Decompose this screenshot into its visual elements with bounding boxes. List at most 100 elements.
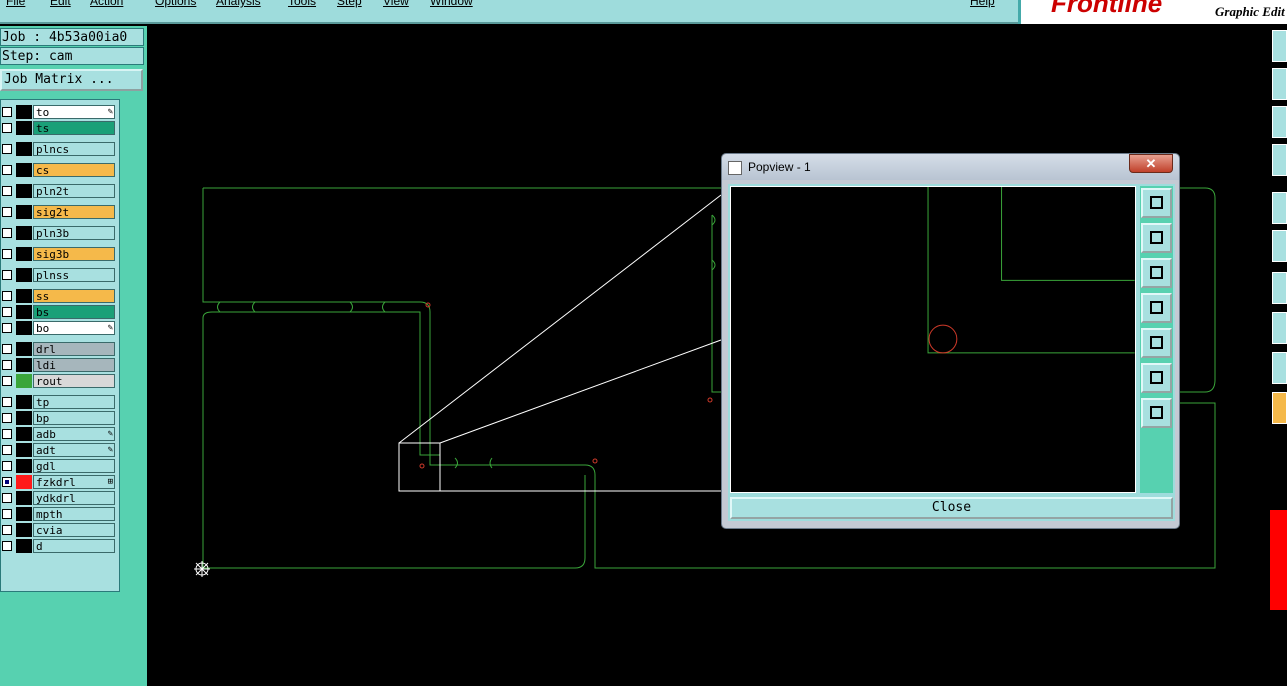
layer-color-swatch[interactable] <box>16 205 32 219</box>
layer-color-swatch[interactable] <box>16 358 32 372</box>
layer-row-fzkdrl[interactable]: fzkdrl ⊞ <box>1 475 117 489</box>
layer-color-swatch[interactable] <box>16 342 32 356</box>
layer-name[interactable]: gdl <box>33 459 115 473</box>
popview-titlebar[interactable]: Popview - 1 ✕ <box>722 154 1179 180</box>
layer-row-ss[interactable]: ss <box>1 289 117 303</box>
zoom-in-button[interactable] <box>1141 363 1172 393</box>
layer-checkbox[interactable] <box>2 360 12 370</box>
layer-checkbox[interactable] <box>2 461 12 471</box>
layer-color-swatch[interactable] <box>16 163 32 177</box>
tool-button-3[interactable] <box>1272 106 1287 138</box>
layer-name[interactable]: plncs <box>33 142 115 156</box>
tool-button-2[interactable] <box>1272 68 1287 100</box>
layer-checkbox[interactable] <box>2 228 12 238</box>
layer-row-bo[interactable]: bo ✎ <box>1 321 117 335</box>
layer-row-plncs[interactable]: plncs <box>1 142 117 156</box>
layer-row-ts[interactable]: ts <box>1 121 117 135</box>
layer-row-rout[interactable]: rout <box>1 374 117 388</box>
layer-checkbox[interactable] <box>2 291 12 301</box>
zoom-fit-button[interactable] <box>1141 188 1172 218</box>
layer-checkbox[interactable] <box>2 123 12 133</box>
layer-checkbox[interactable] <box>2 344 12 354</box>
layer-name[interactable]: bs <box>33 305 115 319</box>
layer-color-swatch[interactable] <box>16 523 32 537</box>
menu-file[interactable]: File <box>6 0 25 8</box>
menu-analysis[interactable]: Analysis <box>216 0 261 8</box>
layer-color-swatch[interactable] <box>16 443 32 457</box>
menu-options[interactable]: Options <box>155 0 196 8</box>
layer-checkbox[interactable] <box>2 270 12 280</box>
layer-name[interactable]: adb <box>33 427 115 441</box>
layer-name[interactable]: to <box>33 105 115 119</box>
close-button[interactable]: Close <box>730 497 1173 519</box>
layer-name[interactable]: adt <box>33 443 115 457</box>
layer-checkbox[interactable] <box>2 413 12 423</box>
layer-checkbox[interactable] <box>2 249 12 259</box>
tool-button-1[interactable] <box>1272 30 1287 62</box>
layer-row-to[interactable]: to ✎ <box>1 105 117 119</box>
layer-checkbox[interactable] <box>2 376 12 386</box>
layer-checkbox[interactable] <box>2 541 12 551</box>
layer-color-swatch[interactable] <box>16 226 32 240</box>
layer-row-cs[interactable]: cs <box>1 163 117 177</box>
popview-canvas[interactable] <box>730 186 1136 493</box>
layer-row-d[interactable]: d <box>1 539 117 553</box>
tool-button-9[interactable] <box>1272 352 1287 384</box>
layer-name[interactable]: tp <box>33 395 115 409</box>
job-matrix-button[interactable]: Job Matrix ... <box>0 69 143 91</box>
layer-color-swatch[interactable] <box>16 395 32 409</box>
layer-name[interactable]: pln3b <box>33 226 115 240</box>
menu-edit[interactable]: Edit <box>50 0 71 8</box>
layer-name[interactable]: ydkdrl <box>33 491 115 505</box>
layer-row-ldi[interactable]: ldi <box>1 358 117 372</box>
pan-down-button[interactable] <box>1141 258 1172 288</box>
layer-checkbox[interactable] <box>2 323 12 333</box>
menu-view[interactable]: View <box>383 0 409 8</box>
menu-tools[interactable]: Tools <box>288 0 316 8</box>
layer-checkbox[interactable] <box>2 429 12 439</box>
layer-row-mpth[interactable]: mpth <box>1 507 117 521</box>
layer-color-swatch[interactable] <box>16 142 32 156</box>
layer-color-swatch[interactable] <box>16 121 32 135</box>
layer-checkbox[interactable] <box>2 509 12 519</box>
layer-checkbox[interactable] <box>2 307 12 317</box>
layer-color-swatch[interactable] <box>16 491 32 505</box>
layer-name[interactable]: plnss <box>33 268 115 282</box>
layer-color-swatch[interactable] <box>16 305 32 319</box>
pan-up-button[interactable] <box>1141 223 1172 253</box>
tool-button-8[interactable] <box>1272 312 1287 344</box>
layer-row-ydkdrl[interactable]: ydkdrl <box>1 491 117 505</box>
layer-name[interactable]: fzkdrl <box>33 475 115 489</box>
layer-color-swatch[interactable] <box>16 507 32 521</box>
layer-checkbox[interactable] <box>2 207 12 217</box>
layer-name[interactable]: cs <box>33 163 115 177</box>
layer-color-swatch[interactable] <box>16 427 32 441</box>
layer-color-swatch[interactable] <box>16 268 32 282</box>
layer-color-swatch[interactable] <box>16 321 32 335</box>
layer-name[interactable]: cvia <box>33 523 115 537</box>
layer-color-swatch[interactable] <box>16 247 32 261</box>
close-icon[interactable]: ✕ <box>1129 154 1173 173</box>
layer-checkbox[interactable] <box>2 107 12 117</box>
layer-row-adt[interactable]: adt ✎ <box>1 443 117 457</box>
layer-row-sig2t[interactable]: sig2t <box>1 205 117 219</box>
layer-row-adb[interactable]: adb ✎ <box>1 427 117 441</box>
layer-name[interactable]: ldi <box>33 358 115 372</box>
layer-name[interactable]: mpth <box>33 507 115 521</box>
layer-row-bp[interactable]: bp <box>1 411 117 425</box>
layer-checkbox[interactable] <box>2 186 12 196</box>
layer-name[interactable]: drl <box>33 342 115 356</box>
layer-color-swatch[interactable] <box>16 289 32 303</box>
layer-name[interactable]: rout <box>33 374 115 388</box>
layer-name[interactable]: ss <box>33 289 115 303</box>
pan-right-button[interactable] <box>1141 328 1172 358</box>
layer-color-swatch[interactable] <box>16 374 32 388</box>
layer-checkbox[interactable] <box>2 397 12 407</box>
layer-row-bs[interactable]: bs <box>1 305 117 319</box>
layer-checkbox[interactable] <box>2 525 12 535</box>
layer-name[interactable]: bp <box>33 411 115 425</box>
pan-left-button[interactable] <box>1141 293 1172 323</box>
tool-button-10[interactable] <box>1272 392 1287 424</box>
layer-color-swatch[interactable] <box>16 539 32 553</box>
tool-button-6[interactable] <box>1272 230 1287 262</box>
